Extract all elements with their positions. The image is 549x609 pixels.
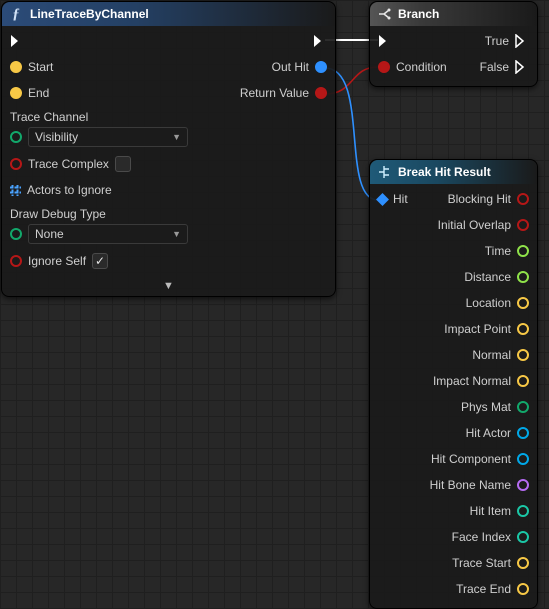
input-trace-complex[interactable]: Trace Complex xyxy=(10,155,131,173)
node-header[interactable]: ƒ LineTraceByChannel xyxy=(2,2,335,26)
output-hit-actor[interactable]: Hit Actor xyxy=(466,424,529,442)
output-pin[interactable] xyxy=(517,583,529,595)
node-title: Branch xyxy=(398,7,439,21)
output-pin[interactable] xyxy=(517,193,529,205)
output-hit-component[interactable]: Hit Component xyxy=(431,450,529,468)
input-trace-channel: Trace Channel Visibility ▼ xyxy=(10,110,188,147)
output-pin[interactable] xyxy=(517,557,529,569)
exec-in-pin[interactable] xyxy=(10,32,24,50)
output-face-index[interactable]: Face Index xyxy=(452,528,529,546)
output-trace-end[interactable]: Trace End xyxy=(456,580,529,598)
trace-channel-pin[interactable] xyxy=(10,131,22,143)
input-draw-debug-type: Draw Debug Type None ▼ xyxy=(10,207,188,244)
output-initial-overlap[interactable]: Initial Overlap xyxy=(438,216,529,234)
node-title: Break Hit Result xyxy=(398,165,491,179)
output-hit-item[interactable]: Hit Item xyxy=(470,502,529,520)
exec-out-pin[interactable] xyxy=(313,32,327,50)
output-pin[interactable] xyxy=(517,349,529,361)
output-pin[interactable] xyxy=(517,453,529,465)
output-pin[interactable] xyxy=(517,375,529,387)
output-pin[interactable] xyxy=(517,531,529,543)
node-branch[interactable]: Branch Condition True False xyxy=(369,1,538,87)
chevron-down-icon: ▼ xyxy=(172,229,181,239)
input-hit[interactable]: Hit xyxy=(378,190,408,208)
exec-in-pin[interactable] xyxy=(378,32,392,50)
output-trace-start[interactable]: Trace Start xyxy=(452,554,529,572)
output-pin[interactable] xyxy=(517,479,529,491)
trace-complex-checkbox[interactable] xyxy=(115,156,131,172)
collapse-toggle[interactable]: ▼ xyxy=(2,280,335,296)
output-impact-point[interactable]: Impact Point xyxy=(444,320,529,338)
node-linetracebychannel[interactable]: ƒ LineTraceByChannel Start End Trace Cha… xyxy=(1,1,336,297)
output-false[interactable]: False xyxy=(480,58,529,76)
output-out-hit[interactable]: Out Hit xyxy=(272,58,327,76)
input-end[interactable]: End xyxy=(10,84,49,102)
draw-debug-pin[interactable] xyxy=(10,228,22,240)
input-actors-to-ignore[interactable]: Actors to Ignore xyxy=(10,181,112,199)
output-true[interactable]: True xyxy=(485,32,529,50)
input-condition[interactable]: Condition xyxy=(378,58,447,76)
output-time[interactable]: Time xyxy=(485,242,529,260)
branch-icon xyxy=(376,6,392,22)
node-break-hit-result[interactable]: Break Hit Result Hit Blocking Hit Initial… xyxy=(369,159,538,609)
output-return-value[interactable]: Return Value xyxy=(240,84,327,102)
output-pin[interactable] xyxy=(517,271,529,283)
output-phys-mat[interactable]: Phys Mat xyxy=(461,398,529,416)
output-pin[interactable] xyxy=(517,505,529,517)
output-distance[interactable]: Distance xyxy=(464,268,529,286)
break-struct-icon xyxy=(376,164,392,180)
chevron-down-icon: ▼ xyxy=(172,132,181,142)
trace-channel-dropdown[interactable]: Visibility ▼ xyxy=(28,127,188,147)
output-location[interactable]: Location xyxy=(466,294,529,312)
function-icon: ƒ xyxy=(8,6,24,22)
output-pin[interactable] xyxy=(517,323,529,335)
output-pin[interactable] xyxy=(517,245,529,257)
output-hit-bone-name[interactable]: Hit Bone Name xyxy=(430,476,529,494)
input-start[interactable]: Start xyxy=(10,58,53,76)
node-title: LineTraceByChannel xyxy=(30,7,149,21)
output-impact-normal[interactable]: Impact Normal xyxy=(433,372,529,390)
output-pin[interactable] xyxy=(517,401,529,413)
output-pin[interactable] xyxy=(517,219,529,231)
output-pin[interactable] xyxy=(517,297,529,309)
output-pin[interactable] xyxy=(517,427,529,439)
output-blocking-hit[interactable]: Blocking Hit xyxy=(448,190,529,208)
output-normal[interactable]: Normal xyxy=(472,346,529,364)
ignore-self-checkbox[interactable] xyxy=(92,253,108,269)
draw-debug-dropdown[interactable]: None ▼ xyxy=(28,224,188,244)
input-ignore-self[interactable]: Ignore Self xyxy=(10,252,108,270)
node-header[interactable]: Break Hit Result xyxy=(370,160,537,184)
node-header[interactable]: Branch xyxy=(370,2,537,26)
